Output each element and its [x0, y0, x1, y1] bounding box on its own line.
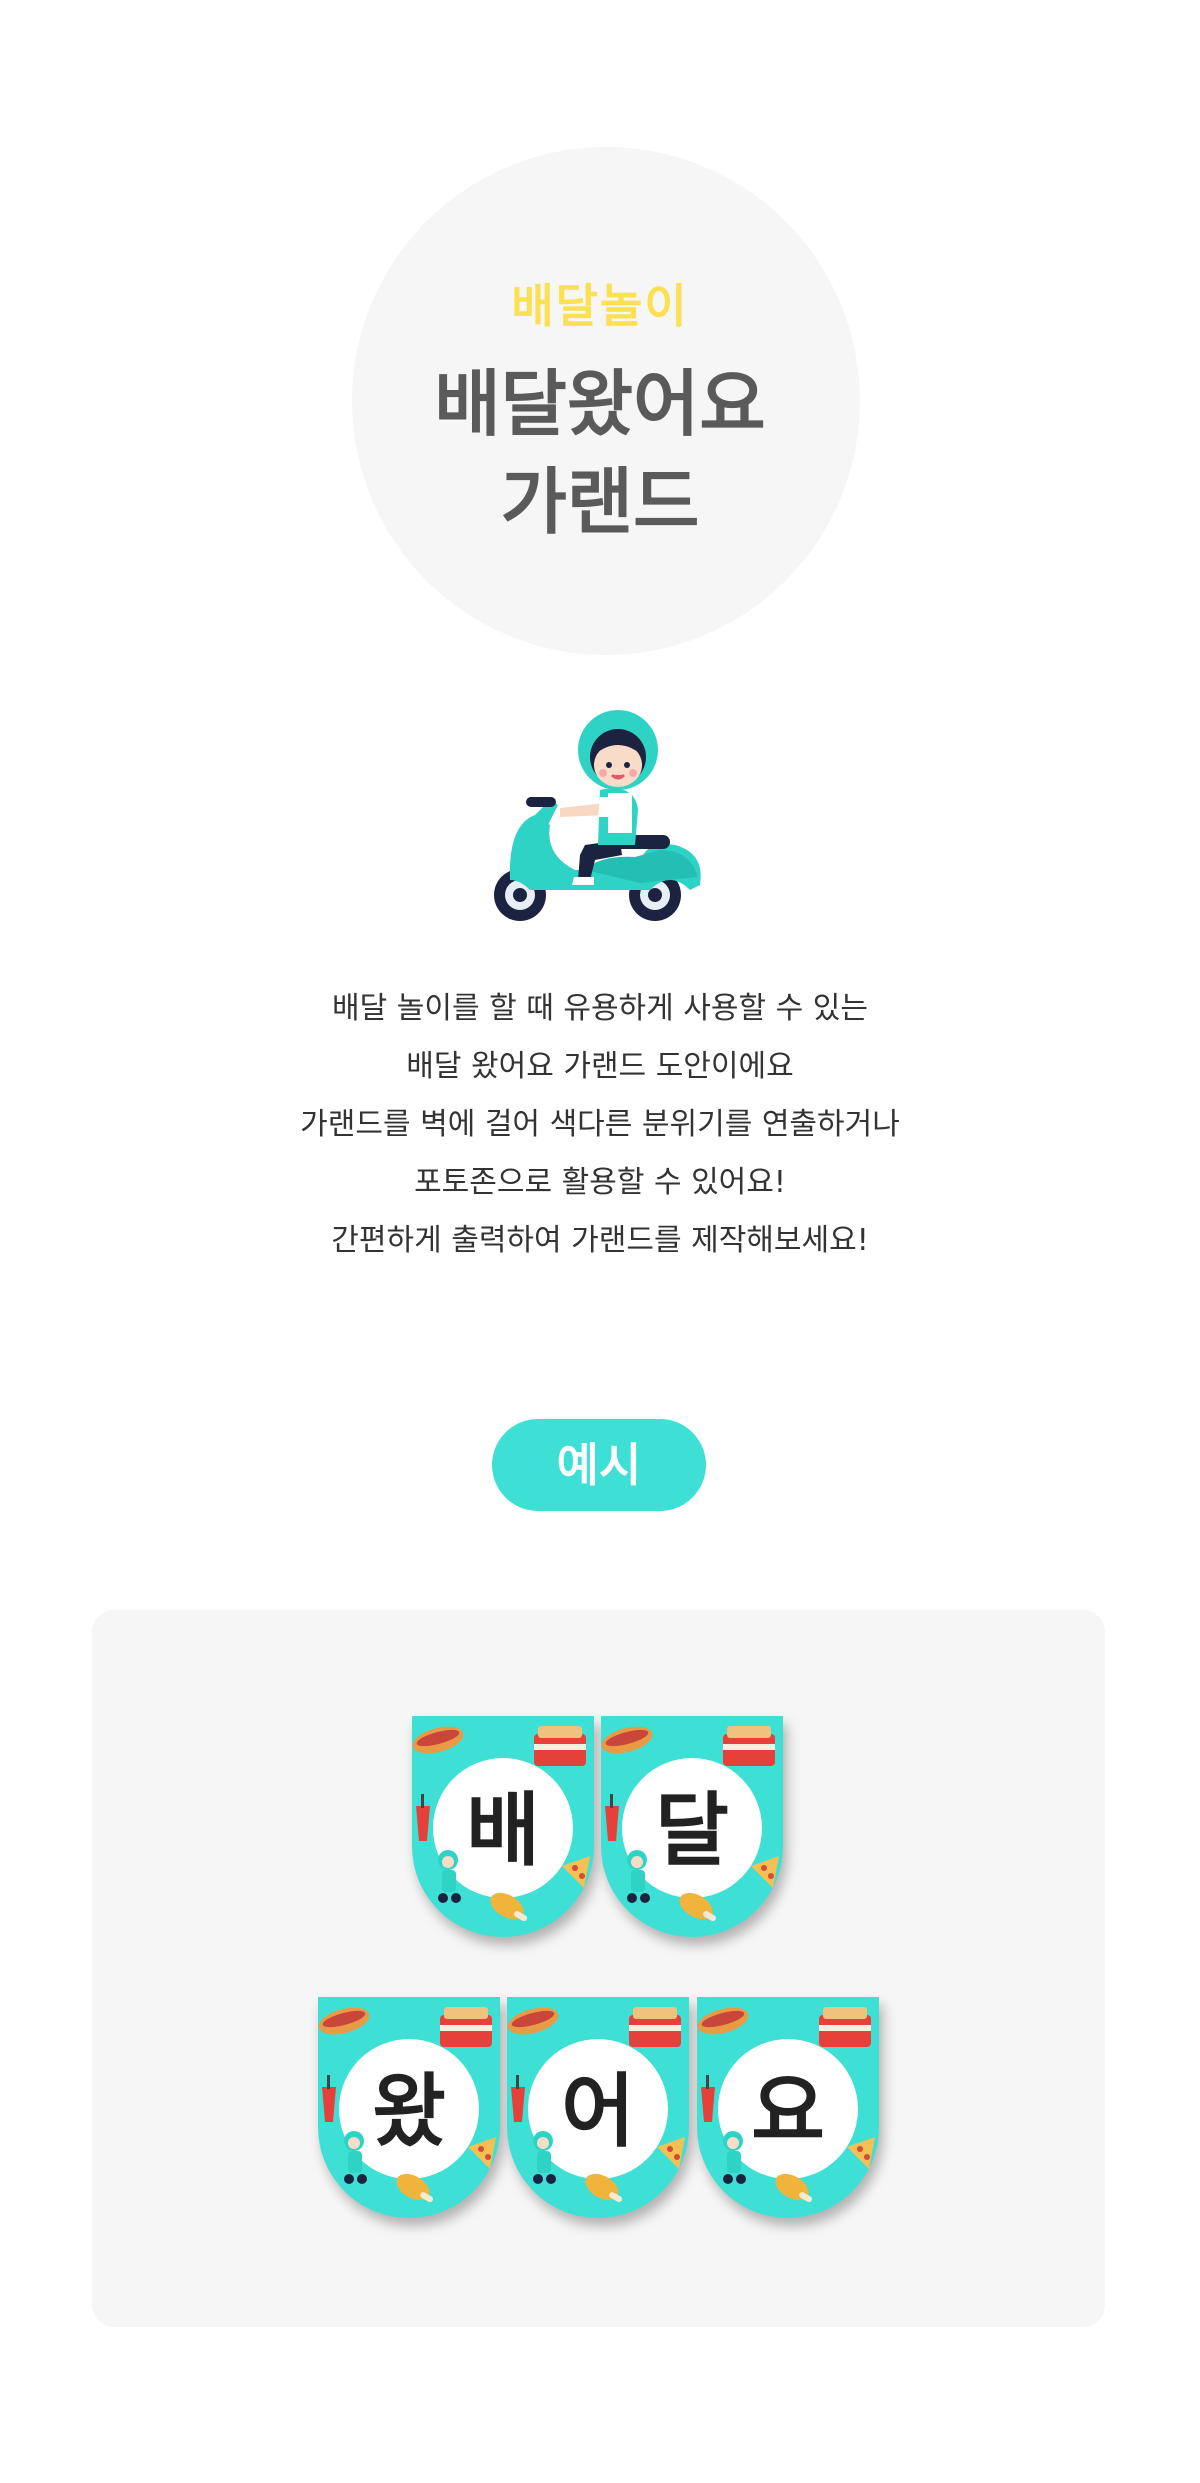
garland-letter: 요 [751, 2065, 825, 2158]
hero-subtitle: 배달놀이 [511, 279, 689, 333]
page-title: 배달왔어요 가랜드 [0, 355, 1200, 551]
garland-letter: 달 [655, 1784, 729, 1877]
garland-flag: 달 [601, 1716, 783, 1938]
description-line-2: 배달 왔어요 가랜드 도안이에요 [406, 1049, 794, 1084]
garland-flag: 왔 [318, 1997, 500, 2219]
garland-flag: 어 [507, 1997, 689, 2219]
fried-chicken-box-icon [534, 1726, 586, 1766]
title-line-2: 가랜드 [500, 460, 700, 544]
garland-letter: 왔 [372, 2065, 446, 2158]
garland-letter: 어 [561, 2065, 635, 2158]
description-line-1: 배달 놀이를 할 때 유용하게 사용할 수 있는 [332, 991, 868, 1026]
garland-flag: 요 [697, 1997, 879, 2219]
description-line-3: 가랜드를 벽에 걸어 색다른 분위기를 연출하거나 [300, 1107, 900, 1142]
fried-chicken-box-icon [723, 1726, 775, 1766]
garland-flag: 배 [412, 1716, 594, 1938]
example-badge: 예시 [492, 1419, 706, 1511]
example-panel [92, 1610, 1105, 2327]
description-line-5: 간편하게 출력하여 가랜드를 제작해보세요! [331, 1223, 869, 1258]
description-line-4: 포토존으로 활용할 수 있어요! [414, 1165, 786, 1200]
garland-letter: 배 [466, 1784, 540, 1877]
fried-chicken-box-icon [629, 2007, 681, 2047]
fried-chicken-box-icon [440, 2007, 492, 2047]
fried-chicken-box-icon [819, 2007, 871, 2047]
title-line-1: 배달왔어요 [434, 362, 766, 446]
delivery-scooter-icon [490, 705, 710, 940]
description: 배달 놀이를 할 때 유용하게 사용할 수 있는 배달 왔어요 가랜드 도안이에… [0, 980, 1200, 1270]
